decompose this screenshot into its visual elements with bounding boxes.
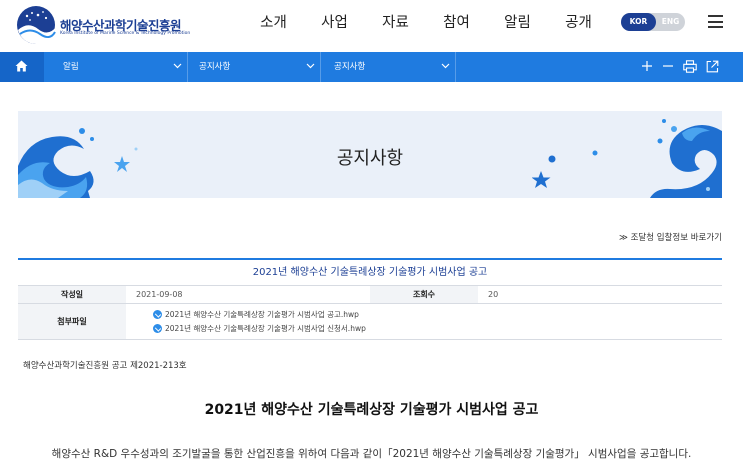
- home-button[interactable]: [0, 52, 44, 82]
- print-icon[interactable]: [683, 60, 697, 73]
- home-icon: [15, 60, 28, 72]
- post-title: 2021년 해양수산 기술특례상장 기술평가 시범사업 공고: [18, 260, 722, 286]
- download-icon: [153, 310, 162, 319]
- attachment-file-name: 2021년 해양수산 기술특례상장 기술평가 시범사업 공고.hwp: [165, 310, 359, 319]
- attachments-row: 첨부파일 2021년 해양수산 기술특례상장 기술평가 시범사업 공고.hwp …: [18, 304, 722, 340]
- language-toggle: KOR ENG: [621, 13, 685, 31]
- nav-item-participation[interactable]: 참여: [426, 0, 487, 52]
- attachment-file-name: 2021년 해양수산 기술특례상장 기술평가 시범사업 신청서.hwp: [165, 324, 366, 333]
- breadcrumb-divider: [187, 52, 188, 82]
- site-logo[interactable]: 해양수산과학기술진흥원 Korea Institute of Marine Sc…: [16, 5, 190, 45]
- logo-emblem-icon: [17, 6, 56, 45]
- content-body-text: 해양수산 R&D 우수성과의 조기발굴을 통한 산업진흥을 위하여 다음과 같이…: [51, 448, 692, 460]
- breadcrumb-depth1[interactable]: 알림: [63, 52, 79, 82]
- download-icon: [153, 324, 162, 333]
- nav-item-business[interactable]: 사업: [304, 0, 365, 52]
- nav-item-about[interactable]: 소개: [243, 0, 304, 52]
- breadcrumb-depth2[interactable]: 공지사항: [199, 52, 230, 82]
- breadcrumb-divider: [320, 52, 321, 82]
- views-value: 20: [488, 290, 499, 299]
- share-icon[interactable]: [706, 60, 719, 73]
- content-heading: 2021년 해양수산 기술특례상장 기술평가 시범사업 공고: [204, 402, 539, 418]
- plus-icon[interactable]: [641, 60, 653, 72]
- page-title: 공지사항: [336, 148, 404, 169]
- minus-icon[interactable]: [662, 60, 674, 72]
- procurement-bid-link[interactable]: ≫ 조달청 입찰정보 바로가기: [619, 231, 722, 243]
- date-label: 작성일: [18, 286, 126, 303]
- nav-item-disclosure[interactable]: 공개: [548, 0, 609, 52]
- nav-item-notice[interactable]: 알림: [487, 0, 548, 52]
- notice-number: 해양수산과학기술진흥원 공고 제2021-213호: [23, 361, 187, 371]
- page-banner: 공지사항: [18, 111, 722, 198]
- main-nav: 소개 사업 자료 참여 알림 공개: [243, 0, 609, 52]
- hamburger-icon[interactable]: [708, 15, 723, 28]
- chevron-down-icon[interactable]: [441, 63, 450, 69]
- breadcrumb-depth3[interactable]: 공지사항: [334, 52, 365, 82]
- attachment-file-link[interactable]: 2021년 해양수산 기술특례상장 기술평가 시범사업 공고.hwp: [153, 308, 722, 322]
- attachments-label: 첨부파일: [18, 304, 126, 339]
- site-header: 해양수산과학기술진흥원 Korea Institute of Marine Sc…: [0, 0, 743, 52]
- chevron-down-icon[interactable]: [173, 63, 182, 69]
- lang-kor-button[interactable]: KOR: [621, 13, 656, 31]
- board-view-table: 2021년 해양수산 기술특례상장 기술평가 시범사업 공고 작성일 2021-…: [18, 258, 722, 340]
- views-label: 조회수: [370, 286, 478, 303]
- lang-eng-button[interactable]: ENG: [656, 13, 685, 31]
- attachment-list: 2021년 해양수산 기술특례상장 기술평가 시범사업 공고.hwp 2021년…: [126, 304, 722, 339]
- attachment-file-link[interactable]: 2021년 해양수산 기술특례상장 기술평가 시범사업 신청서.hwp: [153, 322, 722, 336]
- breadcrumb-divider: [455, 52, 456, 82]
- location-bar: 알림 공지사항 공지사항: [0, 52, 743, 82]
- post-info-row: 작성일 2021-09-08 조회수 20: [18, 286, 722, 304]
- chevron-down-icon[interactable]: [306, 63, 315, 69]
- logo-subtitle: Korea Institute of Marine Science & Tech…: [60, 31, 191, 36]
- date-value: 2021-09-08: [136, 290, 183, 299]
- nav-item-resources[interactable]: 자료: [365, 0, 426, 52]
